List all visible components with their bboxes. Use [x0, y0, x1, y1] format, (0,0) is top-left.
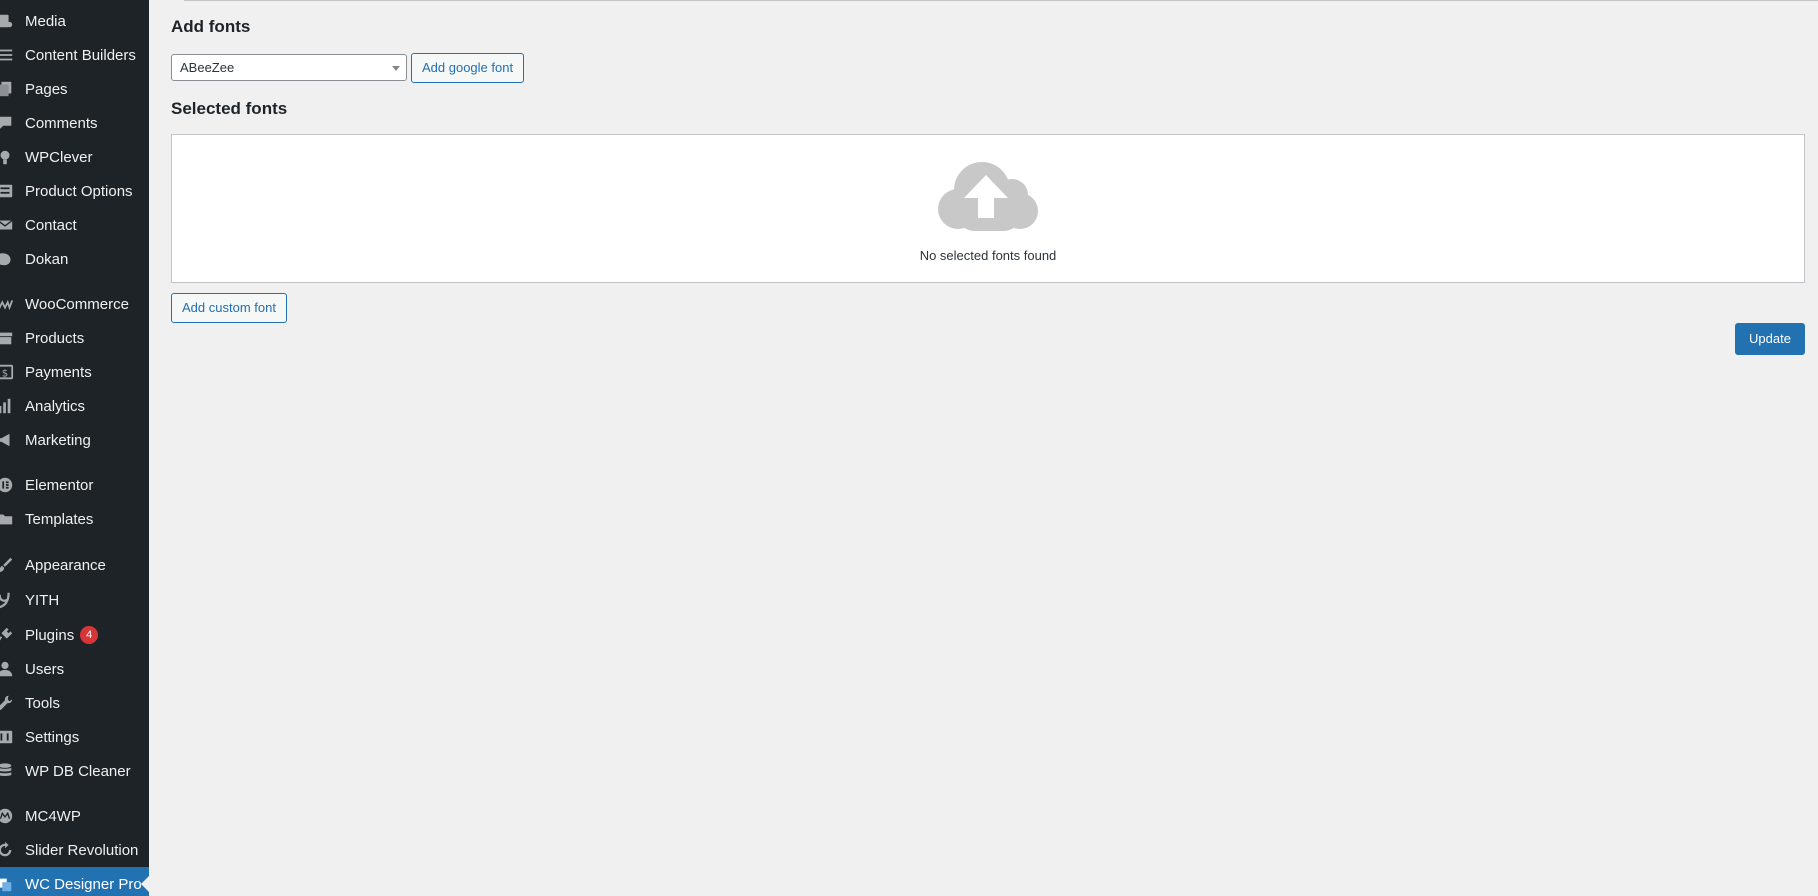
sidebar-item-label: Plugins [25, 626, 75, 644]
sidebar-item-label: WP DB Cleaner [25, 762, 131, 780]
sidebar-item-label: Marketing [25, 431, 91, 449]
add-custom-font-button[interactable]: Add custom font [171, 293, 287, 323]
font-select-value: ABeeZee [180, 60, 235, 75]
sidebar-item-marketing[interactable]: Marketing [0, 423, 149, 457]
sidebar-item-label: Products [25, 329, 85, 347]
archive-icon [0, 321, 24, 355]
media-icon [0, 4, 24, 38]
pages-icon [0, 72, 24, 106]
cloud-upload-icon [938, 162, 1038, 231]
sidebar-item-templates[interactable]: Templates [0, 502, 149, 536]
sidebar-item-label: Pages [25, 80, 68, 98]
sidebar-item-label: MC4WP [25, 807, 81, 825]
sidebar-item-analytics[interactable]: Analytics [0, 389, 149, 423]
user-icon [0, 652, 24, 686]
yith-icon [0, 583, 24, 617]
comment-icon [0, 106, 24, 140]
update-button[interactable]: Update [1735, 323, 1805, 355]
sidebar-item-woocommerce[interactable]: WooCommerce [0, 287, 149, 321]
sidebar-item-content-builders[interactable]: Content Builders [0, 38, 149, 72]
sidebar-item-label: Slider Revolution [25, 841, 139, 859]
list-icon [0, 38, 24, 72]
megaphone-icon [0, 423, 24, 457]
sidebar-item-label: Payments [25, 363, 92, 381]
chevron-down-icon [392, 66, 400, 71]
sidebar-item-slider-revolution[interactable]: Slider Revolution [0, 833, 149, 867]
sidebar-item-label: WC Designer Pro [25, 875, 142, 893]
sidebar-item-label: Media [25, 12, 66, 30]
sidebar-item-label: Content Builders [25, 46, 136, 64]
sidebar-item-pages[interactable]: Pages [0, 72, 149, 106]
selected-fonts-heading: Selected fonts [171, 99, 288, 118]
svg-text:$: $ [2, 369, 8, 380]
sidebar-item-label: Appearance [25, 556, 106, 574]
sidebar-item-label: Comments [25, 114, 98, 132]
sidebar-item-wp-db-cleaner[interactable]: WP DB Cleaner [0, 754, 149, 788]
lightbulb-icon [0, 140, 24, 174]
database-icon [0, 754, 24, 788]
sidebar-item-wc-designer-pro[interactable]: WC Designer Pro [0, 867, 149, 896]
refresh-icon [0, 833, 24, 867]
sidebar-item-label: YITH [25, 591, 60, 609]
sidebar-item-elementor[interactable]: Elementor [0, 468, 149, 502]
sidebar-item-label: Users [25, 660, 65, 678]
sidebar-item-label: Elementor [25, 476, 94, 494]
wrench-icon [0, 686, 24, 720]
sidebar-item-label: WooCommerce [25, 295, 129, 313]
sidebar-item-comments[interactable]: Comments [0, 106, 149, 140]
sidebar-item-label: Settings [25, 728, 80, 746]
sidebar-item-media[interactable]: Media [0, 4, 149, 38]
add-fonts-heading: Add fonts [171, 17, 251, 36]
sidebar-item-label: WPClever [25, 148, 93, 166]
woocommerce-icon [0, 287, 24, 321]
sidebar-item-wpclever[interactable]: WPClever [0, 140, 149, 174]
sidebar-item-products[interactable]: Products [0, 321, 149, 355]
settings-icon [0, 720, 24, 754]
folder-icon [0, 502, 24, 536]
bar-chart-icon [0, 389, 24, 423]
designer-icon [0, 867, 24, 896]
sidebar-item-yith[interactable]: YITH [0, 583, 149, 617]
admin-sidebar: Media Content Builders Pages Comments WP… [0, 0, 149, 896]
sidebar-item-mc4wp[interactable]: MC4WP [0, 799, 149, 833]
sidebar-item-plugins[interactable]: Plugins 4 [0, 618, 149, 652]
mc4wp-icon [0, 799, 24, 833]
top-divider [184, 0, 1818, 1]
sidebar-item-payments[interactable]: $ Payments [0, 355, 149, 389]
dollar-icon: $ [0, 355, 24, 389]
elementor-icon [0, 468, 24, 502]
google-font-select[interactable]: ABeeZee [171, 54, 407, 81]
sidebar-item-label: Templates [25, 510, 94, 528]
sidebar-item-appearance[interactable]: Appearance [0, 548, 149, 582]
sidebar-item-label: Tools [25, 694, 61, 712]
form-icon [0, 174, 24, 208]
sidebar-item-tools[interactable]: Tools [0, 686, 149, 720]
add-google-font-button[interactable]: Add google font [411, 53, 525, 83]
dokan-icon [0, 242, 24, 276]
sidebar-item-label: Product Options [25, 182, 133, 200]
selected-fonts-panel: No selected fonts found [171, 134, 1805, 283]
plugins-update-count-badge: 4 [80, 626, 99, 644]
sidebar-item-label: Analytics [25, 397, 86, 415]
current-menu-arrow [141, 876, 149, 892]
sidebar-item-product-options[interactable]: Product Options [0, 174, 149, 208]
paintbrush-icon [0, 548, 24, 582]
sidebar-item-dokan[interactable]: Dokan [0, 242, 149, 276]
empty-state-message: No selected fonts found [919, 248, 1057, 263]
envelope-icon [0, 208, 24, 242]
sidebar-item-label: Contact [25, 216, 77, 234]
plug-icon [0, 618, 24, 652]
sidebar-item-contact[interactable]: Contact [0, 208, 149, 242]
sidebar-item-settings[interactable]: Settings [0, 720, 149, 754]
sidebar-item-label: Dokan [25, 250, 69, 268]
sidebar-item-users[interactable]: Users [0, 652, 149, 686]
